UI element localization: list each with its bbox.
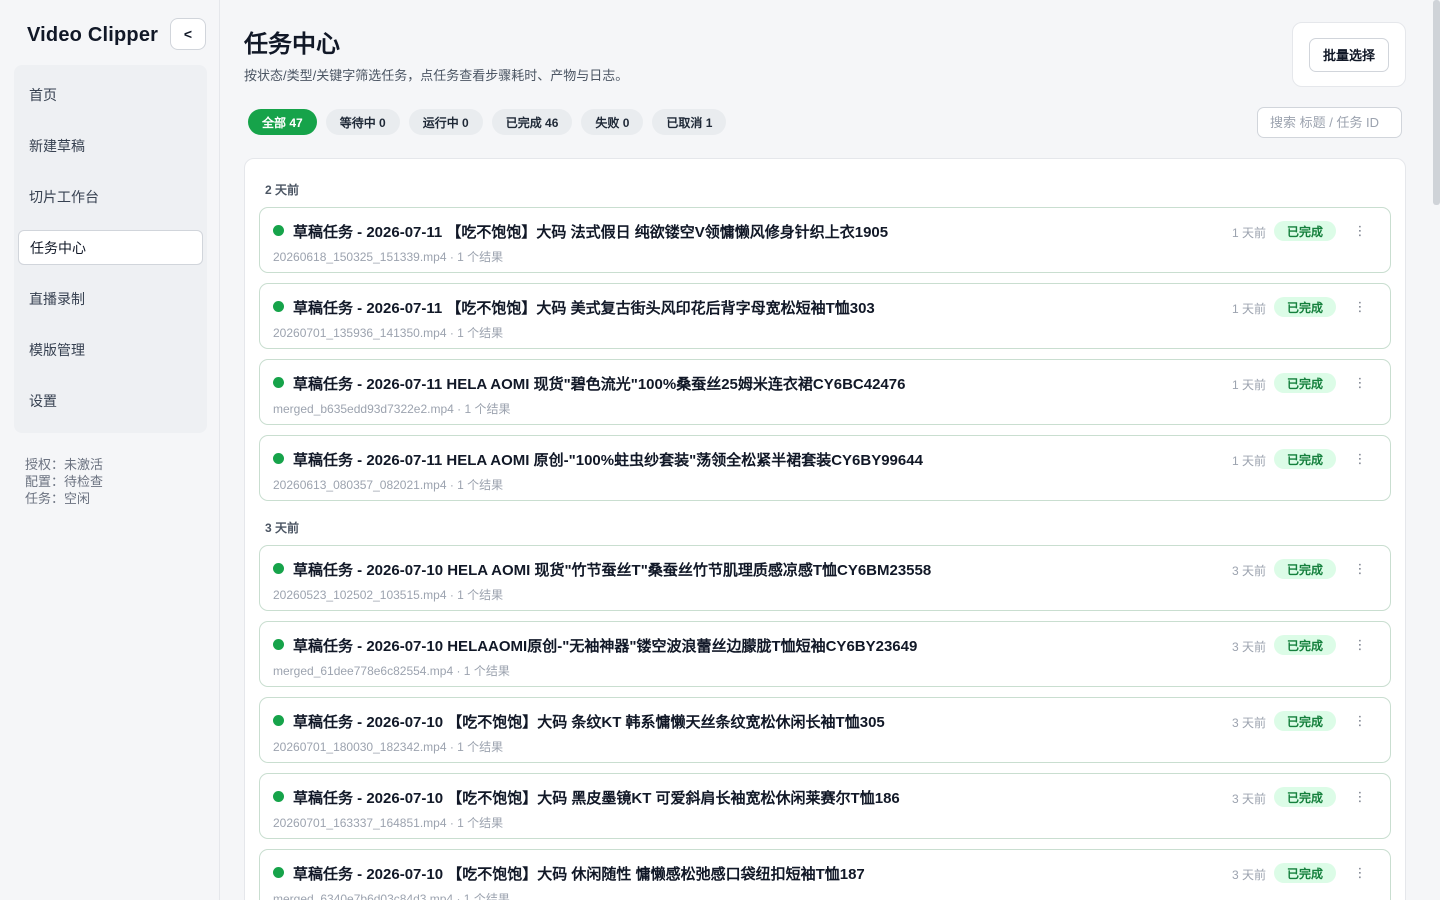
task-meta: merged_6340e7b6d03c84d3.mp4 · 1 个结果: [273, 892, 510, 900]
task-title: 草稿任务 - 2026-07-11 HELA AOMI 现货"碧色流光"100%…: [293, 376, 906, 393]
task-time: 1 天前: [1231, 454, 1266, 468]
task-time: 3 天前: [1231, 868, 1266, 882]
task-meta: merged_b635edd93d7322e2.mp4 · 1 个结果: [273, 402, 511, 416]
task-card[interactable]: 草稿任务 - 2026-07-11 HELA AOMI 现货"碧色流光"100%…: [259, 359, 1391, 425]
task-card[interactable]: 草稿任务 - 2026-07-11 【吃不饱饱】大码 法式假日 纯欲镂空V领慵懒…: [259, 207, 1391, 273]
config-status: 配置：待检查: [25, 474, 104, 489]
task-meta: 20260613_080357_082021.mp4 · 1 个结果: [273, 478, 504, 492]
task-title: 草稿任务 - 2026-07-11 HELA AOMI 原创-"100%蛀虫纱套…: [293, 452, 923, 469]
filter-completed[interactable]: 已完成 46: [491, 109, 573, 135]
batch-select-card: 批量选择: [1292, 22, 1406, 87]
status-badge: 已完成: [1273, 221, 1336, 241]
task-title: 草稿任务 - 2026-07-10 【吃不饱饱】大码 休闲随性 慵懒感松弛感口袋…: [293, 866, 865, 883]
task-title: 草稿任务 - 2026-07-10 【吃不饱饱】大码 条纹KT 韩系慵懒天丝条纹…: [293, 714, 885, 731]
task-title: 草稿任务 - 2026-07-11 【吃不饱饱】大码 美式复古街头风印花后背字母…: [293, 300, 875, 317]
filter-all[interactable]: 全部 47: [248, 109, 317, 135]
task-title: 草稿任务 - 2026-07-10 HELAAOMI原创-"无袖神器"镂空波浪蕾…: [293, 638, 918, 655]
more-options-icon[interactable]: ⋮: [1352, 295, 1368, 319]
sidebar: Video Clipper < 首页 新建草稿 切片工作台 任务中心 直播录制 …: [0, 0, 220, 900]
status-dot-icon: [273, 791, 284, 802]
status-badge: 已完成: [1273, 863, 1336, 883]
task-title: 草稿任务 - 2026-07-10 【吃不饱饱】大码 黑皮墨镜KT 可爱斜肩长袖…: [293, 790, 900, 807]
task-time: 3 天前: [1231, 564, 1266, 578]
sidebar-item-clip-workbench[interactable]: 切片工作台: [14, 171, 207, 222]
sidebar-item-live-recording[interactable]: 直播录制: [14, 273, 207, 324]
sidebar-item-task-center[interactable]: 任务中心: [18, 230, 203, 265]
task-time: 1 天前: [1231, 226, 1266, 240]
status-dot-icon: [273, 715, 284, 726]
more-options-icon[interactable]: ⋮: [1352, 709, 1368, 733]
task-card[interactable]: 草稿任务 - 2026-07-10 【吃不饱饱】大码 条纹KT 韩系慵懒天丝条纹…: [259, 697, 1391, 763]
status-dot-icon: [273, 377, 284, 388]
task-list: 2 天前 草稿任务 - 2026-07-11 【吃不饱饱】大码 法式假日 纯欲镂…: [244, 158, 1406, 900]
status-dot-icon: [273, 867, 284, 878]
more-options-icon[interactable]: ⋮: [1352, 371, 1368, 395]
task-time: 3 天前: [1231, 640, 1266, 654]
status-filters: 全部 47 等待中 0 运行中 0 已完成 46 失败 0 已取消 1: [248, 109, 727, 135]
sidebar-nav: 首页 新建草稿 切片工作台 任务中心 直播录制 模版管理 设置: [14, 65, 207, 433]
status-badge: 已完成: [1273, 559, 1336, 579]
sidebar-item-templates[interactable]: 模版管理: [14, 324, 207, 375]
more-options-icon[interactable]: ⋮: [1352, 557, 1368, 581]
more-options-icon[interactable]: ⋮: [1352, 861, 1368, 885]
app-title: Video Clipper: [27, 24, 159, 46]
task-status: 任务：空闲: [25, 491, 91, 506]
filter-pending[interactable]: 等待中 0: [325, 109, 400, 135]
task-time: 3 天前: [1231, 716, 1266, 730]
task-time: 3 天前: [1231, 792, 1266, 806]
status-badge: 已完成: [1273, 373, 1336, 393]
status-dot-icon: [273, 639, 284, 650]
page-scrollbar[interactable]: [1433, 0, 1440, 205]
filter-cancelled[interactable]: 已取消 1: [652, 109, 727, 135]
task-meta: 20260701_135936_141350.mp4 · 1 个结果: [273, 326, 504, 340]
task-meta: 20260701_180030_182342.mp4 · 1 个结果: [273, 740, 504, 754]
status-badge: 已完成: [1273, 787, 1336, 807]
page-title: 任务中心: [244, 31, 340, 58]
batch-select-button[interactable]: 批量选择: [1309, 37, 1389, 72]
task-card[interactable]: 草稿任务 - 2026-07-11 HELA AOMI 原创-"100%蛀虫纱套…: [259, 435, 1391, 501]
search-input[interactable]: [1257, 107, 1402, 138]
task-time: 1 天前: [1231, 302, 1266, 316]
task-meta: 20260618_150325_151339.mp4 · 1 个结果: [273, 250, 504, 264]
status-dot-icon: [273, 225, 284, 236]
main-content: 任务中心 按状态/类型/关键字筛选任务，点任务查看步骤耗时、产物与日志。 批量选…: [220, 0, 1440, 900]
task-meta: 20260523_102502_103515.mp4 · 1 个结果: [273, 588, 504, 602]
task-card[interactable]: 草稿任务 - 2026-07-10 【吃不饱饱】大码 黑皮墨镜KT 可爱斜肩长袖…: [259, 773, 1391, 839]
task-meta: merged_61dee778e6c82554.mp4 · 1 个结果: [273, 664, 510, 678]
more-options-icon[interactable]: ⋮: [1352, 785, 1368, 809]
status-dot-icon: [273, 301, 284, 312]
page-subtitle: 按状态/类型/关键字筛选任务，点任务查看步骤耗时、产物与日志。: [244, 68, 629, 83]
more-options-icon[interactable]: ⋮: [1352, 447, 1368, 471]
status-badge: 已完成: [1273, 711, 1336, 731]
task-card[interactable]: 草稿任务 - 2026-07-10 HELAAOMI原创-"无袖神器"镂空波浪蕾…: [259, 621, 1391, 687]
group-label: 2 天前: [265, 183, 300, 197]
sidebar-item-new-draft[interactable]: 新建草稿: [14, 120, 207, 171]
task-card[interactable]: 草稿任务 - 2026-07-11 【吃不饱饱】大码 美式复古街头风印花后背字母…: [259, 283, 1391, 349]
collapse-sidebar-button[interactable]: <: [170, 18, 206, 50]
status-badge: 已完成: [1273, 449, 1336, 469]
task-title: 草稿任务 - 2026-07-10 HELA AOMI 现货"竹节蚕丝T"桑蚕丝…: [293, 562, 932, 579]
sidebar-item-settings[interactable]: 设置: [14, 375, 207, 426]
license-status: 授权：未激活: [25, 457, 104, 472]
status-badge: 已完成: [1273, 635, 1336, 655]
filter-failed[interactable]: 失败 0: [581, 109, 644, 135]
task-title: 草稿任务 - 2026-07-11 【吃不饱饱】大码 法式假日 纯欲镂空V领慵懒…: [293, 224, 889, 241]
system-status: 授权：未激活 配置：待检查 任务：空闲: [25, 456, 103, 507]
more-options-icon[interactable]: ⋮: [1352, 219, 1368, 243]
task-meta: 20260701_163337_164851.mp4 · 1 个结果: [273, 816, 504, 830]
task-card[interactable]: 草稿任务 - 2026-07-10 【吃不饱饱】大码 休闲随性 慵懒感松弛感口袋…: [259, 849, 1391, 900]
sidebar-item-home[interactable]: 首页: [14, 69, 207, 120]
status-badge: 已完成: [1273, 297, 1336, 317]
task-card[interactable]: 草稿任务 - 2026-07-10 HELA AOMI 现货"竹节蚕丝T"桑蚕丝…: [259, 545, 1391, 611]
task-time: 1 天前: [1231, 378, 1266, 392]
status-dot-icon: [273, 563, 284, 574]
filter-running[interactable]: 运行中 0: [408, 109, 483, 135]
status-dot-icon: [273, 453, 284, 464]
group-label: 3 天前: [265, 521, 300, 535]
more-options-icon[interactable]: ⋮: [1352, 633, 1368, 657]
